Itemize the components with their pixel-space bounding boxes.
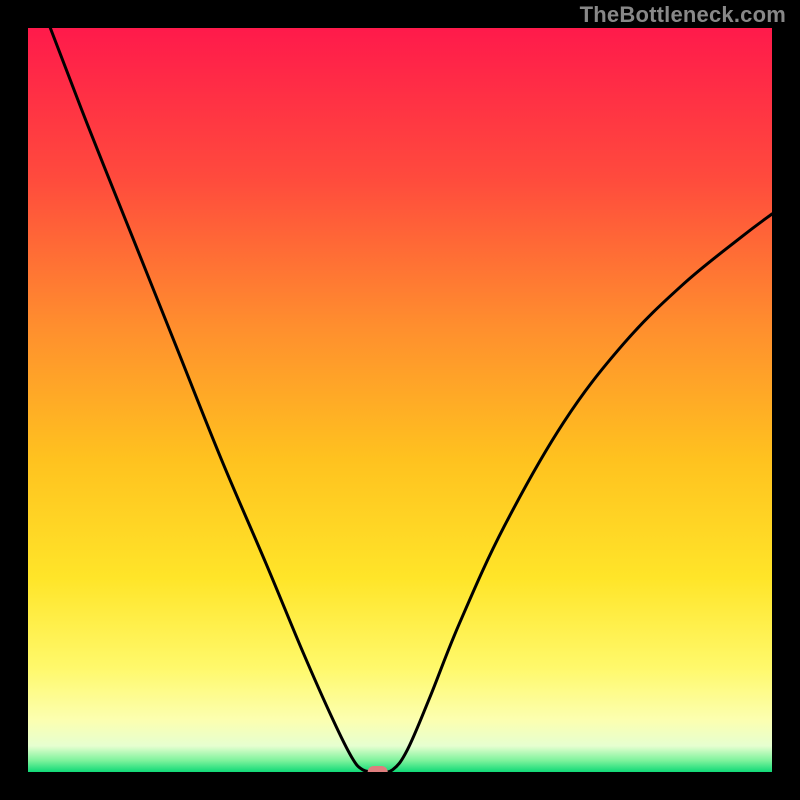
min-marker — [368, 766, 388, 772]
plot-svg — [28, 28, 772, 772]
gradient-background — [28, 28, 772, 772]
chart-frame: TheBottleneck.com — [0, 0, 800, 800]
watermark-text: TheBottleneck.com — [580, 2, 786, 28]
plot-area — [28, 28, 772, 772]
